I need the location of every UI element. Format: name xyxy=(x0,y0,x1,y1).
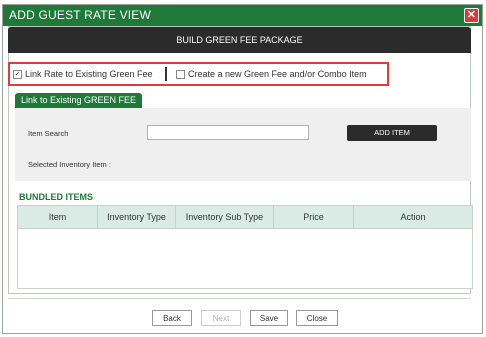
create-new-label: Create a new Green Fee and/or Combo Item xyxy=(188,69,367,79)
close-icon[interactable]: ✕ xyxy=(464,8,479,23)
search-panel xyxy=(15,108,471,181)
bundled-items-title: BUNDLED ITEMS xyxy=(19,192,93,202)
dialog-titlebar: ADD GUEST RATE VIEW ✕ xyxy=(3,5,482,26)
tab-link-existing[interactable]: Link to Existing GREEN FEE xyxy=(15,93,143,108)
bundled-items-table: Item Inventory Type Inventory Sub Type P… xyxy=(17,205,473,289)
close-button[interactable]: Close xyxy=(296,310,338,326)
table-header-row: Item Inventory Type Inventory Sub Type P… xyxy=(18,206,472,229)
column-header-action: Action xyxy=(400,212,426,222)
build-package-header: BUILD GREEN FEE PACKAGE xyxy=(8,27,471,53)
dialog-title: ADD GUEST RATE VIEW xyxy=(9,8,152,22)
column-header-inventory-sub-type: Inventory Sub Type xyxy=(176,206,274,228)
column-header-inventory-type: Inventory Type xyxy=(98,206,176,228)
create-new-option[interactable]: Create a new Green Fee and/or Combo Item xyxy=(176,69,367,79)
create-new-checkbox[interactable] xyxy=(176,69,185,79)
option-selector-group: ✓ Link Rate to Existing Green Fee Create… xyxy=(8,62,389,86)
item-search-input[interactable] xyxy=(147,125,309,140)
column-header-item: Item xyxy=(18,206,98,228)
link-existing-option[interactable]: ✓ Link Rate to Existing Green Fee xyxy=(13,69,153,79)
link-existing-checkbox[interactable]: ✓ xyxy=(13,69,22,79)
footer-divider xyxy=(8,298,471,299)
link-existing-label: Link Rate to Existing Green Fee xyxy=(25,69,153,79)
option-divider xyxy=(165,67,167,81)
selected-inventory-label: Selected Inventory Item : xyxy=(28,160,111,169)
item-search-label: Item Search xyxy=(28,129,69,138)
column-header-price: Price xyxy=(274,206,354,228)
save-button[interactable]: Save xyxy=(250,310,288,326)
next-button[interactable]: Next xyxy=(201,310,241,326)
add-item-button[interactable]: ADD ITEM xyxy=(347,125,437,141)
back-button[interactable]: Back xyxy=(152,310,192,326)
